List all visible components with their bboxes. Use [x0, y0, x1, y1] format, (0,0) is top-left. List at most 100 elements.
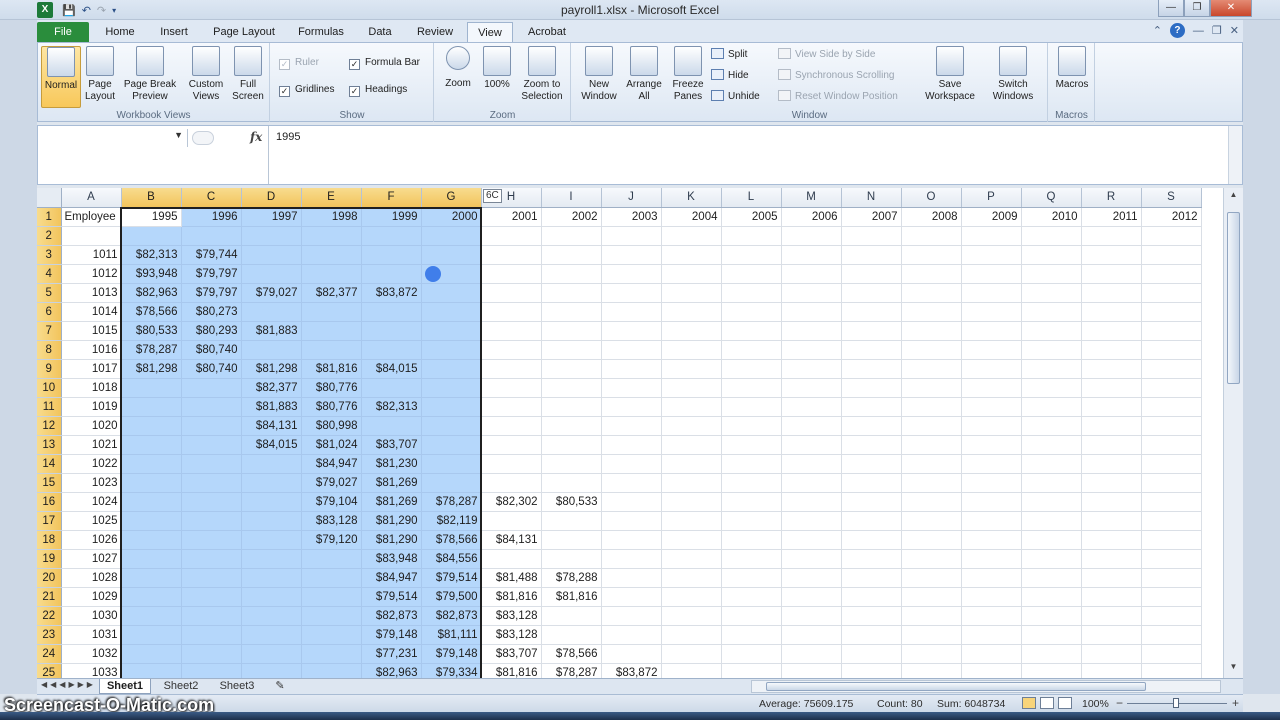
cell-r22[interactable] — [1081, 606, 1142, 626]
cell-p2[interactable] — [961, 226, 1022, 246]
cell-g18[interactable]: $78,566 — [421, 530, 482, 550]
row-header[interactable]: 12 — [37, 416, 62, 436]
vertical-scrollbar[interactable]: ▲ ▼ — [1223, 188, 1243, 678]
cell-k16[interactable] — [661, 492, 722, 512]
cell-r11[interactable] — [1081, 397, 1142, 417]
cell-h2[interactable] — [481, 226, 542, 246]
cell-i22[interactable] — [541, 606, 602, 626]
cell-e10[interactable]: $80,776 — [301, 378, 362, 398]
cell-m8[interactable] — [781, 340, 842, 360]
cell-f18[interactable]: $81,290 — [361, 530, 422, 550]
cell-q18[interactable] — [1021, 530, 1082, 550]
row-header[interactable]: 21 — [37, 587, 62, 607]
page-break-preview-button[interactable]: Page Break Preview — [120, 46, 180, 103]
cell-l1[interactable]: 2005 — [721, 207, 782, 227]
cell-a9[interactable]: 1017 — [61, 359, 122, 379]
cell-b4[interactable]: $93,948 — [121, 264, 182, 284]
tab-home[interactable]: Home — [95, 22, 145, 42]
zoom-button[interactable]: Zoom — [439, 46, 477, 90]
cell-g5[interactable] — [421, 283, 482, 303]
cell-o22[interactable] — [901, 606, 962, 626]
cell-s19[interactable] — [1141, 549, 1202, 569]
row-header[interactable]: 13 — [37, 435, 62, 455]
cell-m15[interactable] — [781, 473, 842, 493]
cell-q24[interactable] — [1021, 644, 1082, 664]
cell-s14[interactable] — [1141, 454, 1202, 474]
cell-c7[interactable]: $80,293 — [181, 321, 242, 341]
cell-q1[interactable]: 2010 — [1021, 207, 1082, 227]
cell-a12[interactable]: 1020 — [61, 416, 122, 436]
workbook-restore-icon[interactable]: ❐ — [1212, 24, 1222, 37]
cell-p7[interactable] — [961, 321, 1022, 341]
row-header[interactable]: 17 — [37, 511, 62, 531]
cell-d19[interactable] — [241, 549, 302, 569]
cell-f16[interactable]: $81,269 — [361, 492, 422, 512]
cell-q12[interactable] — [1021, 416, 1082, 436]
cell-j5[interactable] — [601, 283, 662, 303]
gridlines-checkbox[interactable]: ✓ Gridlines — [279, 83, 334, 97]
tab-data[interactable]: Data — [359, 22, 401, 42]
cell-e17[interactable]: $83,128 — [301, 511, 362, 531]
cell-m1[interactable]: 2006 — [781, 207, 842, 227]
tab-view[interactable]: View — [467, 22, 513, 42]
cell-c9[interactable]: $80,740 — [181, 359, 242, 379]
cell-r13[interactable] — [1081, 435, 1142, 455]
scroll-up-icon[interactable]: ▲ — [1224, 190, 1243, 204]
cell-m22[interactable] — [781, 606, 842, 626]
cell-a8[interactable]: 1016 — [61, 340, 122, 360]
cell-j9[interactable] — [601, 359, 662, 379]
save-workspace-button[interactable]: Save Workspace — [922, 46, 978, 103]
cell-r19[interactable] — [1081, 549, 1142, 569]
cell-o7[interactable] — [901, 321, 962, 341]
cell-p19[interactable] — [961, 549, 1022, 569]
row-header[interactable]: 18 — [37, 530, 62, 550]
cell-p15[interactable] — [961, 473, 1022, 493]
row-header[interactable]: 23 — [37, 625, 62, 645]
cell-h10[interactable] — [481, 378, 542, 398]
cell-r23[interactable] — [1081, 625, 1142, 645]
cell-n21[interactable] — [841, 587, 902, 607]
zoom-100-button[interactable]: 100% — [479, 46, 515, 91]
cell-d1[interactable]: 1997 — [241, 207, 302, 227]
cell-a24[interactable]: 1032 — [61, 644, 122, 664]
cell-q22[interactable] — [1021, 606, 1082, 626]
cell-k24[interactable] — [661, 644, 722, 664]
cell-o23[interactable] — [901, 625, 962, 645]
column-header-q[interactable]: Q — [1021, 188, 1082, 208]
cell-a25[interactable]: 1033 — [61, 663, 122, 678]
cell-n14[interactable] — [841, 454, 902, 474]
cell-a22[interactable]: 1030 — [61, 606, 122, 626]
column-header-b[interactable]: B — [121, 188, 182, 208]
new-window-button[interactable]: New Window — [576, 46, 622, 103]
cell-f23[interactable]: $79,148 — [361, 625, 422, 645]
cell-f11[interactable]: $82,313 — [361, 397, 422, 417]
cell-f20[interactable]: $84,947 — [361, 568, 422, 588]
cell-r6[interactable] — [1081, 302, 1142, 322]
cell-h15[interactable] — [481, 473, 542, 493]
cell-k21[interactable] — [661, 587, 722, 607]
cell-d11[interactable]: $81,883 — [241, 397, 302, 417]
cell-n25[interactable] — [841, 663, 902, 678]
full-screen-button[interactable]: Full Screen — [228, 46, 268, 103]
cell-a1[interactable]: Employee — [61, 207, 122, 227]
cell-l23[interactable] — [721, 625, 782, 645]
cell-n22[interactable] — [841, 606, 902, 626]
cell-q2[interactable] — [1021, 226, 1082, 246]
cell-o6[interactable] — [901, 302, 962, 322]
normal-view-button[interactable]: Normal — [41, 46, 81, 108]
cell-e2[interactable] — [301, 226, 362, 246]
cell-j17[interactable] — [601, 511, 662, 531]
cell-d17[interactable] — [241, 511, 302, 531]
cell-j11[interactable] — [601, 397, 662, 417]
cell-l16[interactable] — [721, 492, 782, 512]
cell-n7[interactable] — [841, 321, 902, 341]
cell-h19[interactable] — [481, 549, 542, 569]
cell-c5[interactable]: $79,797 — [181, 283, 242, 303]
cell-s11[interactable] — [1141, 397, 1202, 417]
column-header-d[interactable]: D — [241, 188, 302, 208]
cell-s1[interactable]: 2012 — [1141, 207, 1202, 227]
cell-b15[interactable] — [121, 473, 182, 493]
cell-k11[interactable] — [661, 397, 722, 417]
cell-i24[interactable]: $78,566 — [541, 644, 602, 664]
cell-i18[interactable] — [541, 530, 602, 550]
